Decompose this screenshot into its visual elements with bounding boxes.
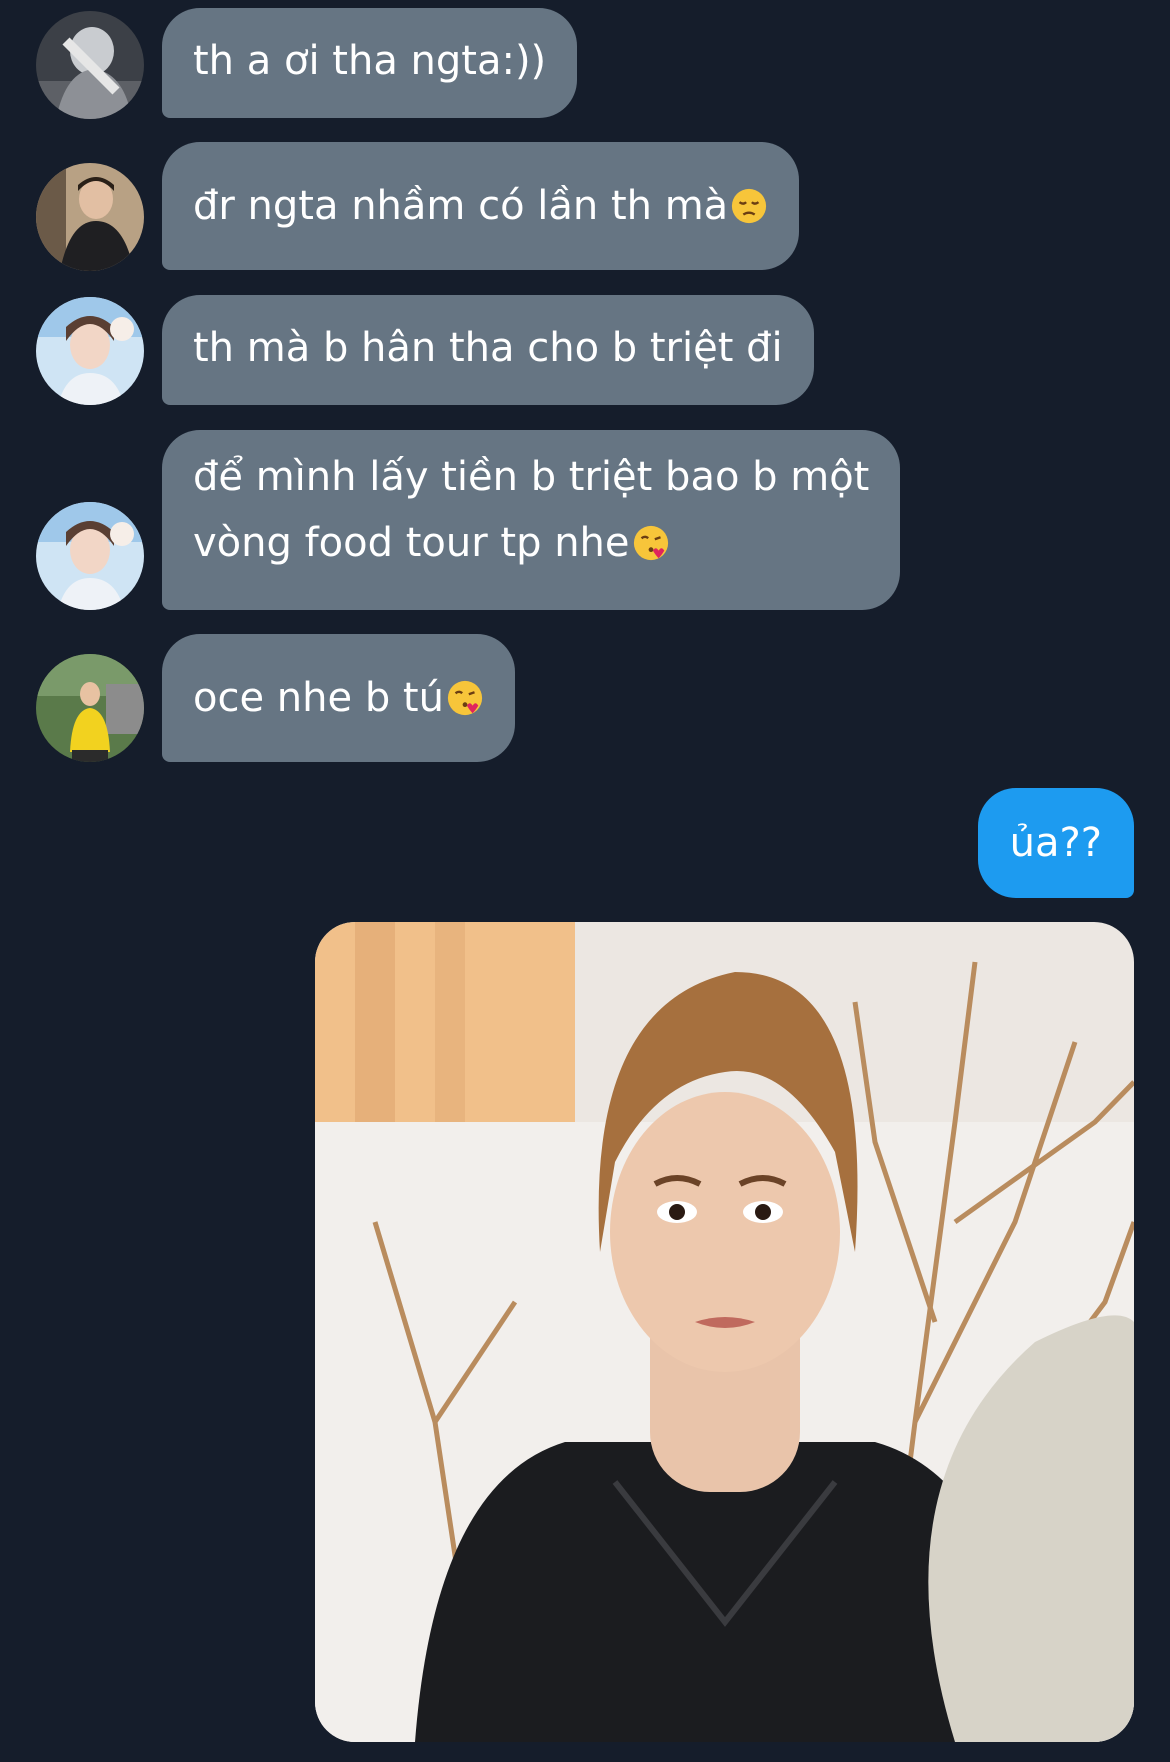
sender-avatar-2[interactable]	[36, 163, 144, 271]
avatar-image-icon	[36, 502, 144, 610]
message-text-line-1: để mình lấy tiền b triệt bao b một	[193, 454, 870, 500]
pensive-face-icon	[730, 187, 768, 225]
received-message-bubble[interactable]: oce nhe b tú	[162, 634, 515, 762]
sender-avatar-5[interactable]	[36, 654, 144, 762]
message-text: ủa??	[1009, 820, 1102, 866]
message-row-3: th mà b hân tha cho b triệt đi	[0, 295, 1170, 405]
sender-avatar-3[interactable]	[36, 297, 144, 405]
received-message-bubble[interactable]: đr ngta nhầm có lần th mà	[162, 142, 800, 270]
sender-avatar-4[interactable]	[36, 502, 144, 610]
received-message-bubble[interactable]: th a ơi tha ngta:))	[162, 8, 578, 118]
message-row-1: th a ơi tha ngta:))	[0, 8, 1170, 119]
sent-message-bubble[interactable]: ủa??	[977, 788, 1134, 898]
reaction-photo-icon	[315, 922, 1134, 1742]
message-text-line-2: vòng food tour tp nhe	[193, 510, 869, 576]
message-text: th a ơi tha ngta:))	[193, 38, 547, 84]
received-message-bubble[interactable]: th mà b hân tha cho b triệt đi	[162, 295, 814, 405]
message-row-4: để mình lấy tiền b triệt bao b một vòng …	[0, 430, 1170, 610]
message-row-5: oce nhe b tú	[0, 634, 1170, 762]
avatar-image-icon	[36, 11, 144, 119]
received-message-bubble[interactable]: để mình lấy tiền b triệt bao b một vòng …	[162, 430, 901, 610]
message-text-line-2-text: vòng food tour tp nhe	[193, 520, 630, 566]
sender-avatar-1[interactable]	[36, 11, 144, 119]
message-text: oce nhe b tú	[193, 675, 444, 721]
avatar-image-icon	[36, 297, 144, 405]
sent-image-message[interactable]	[315, 922, 1134, 1742]
face-blowing-kiss-icon	[632, 524, 670, 562]
face-blowing-kiss-icon	[446, 679, 484, 717]
message-row-2: đr ngta nhầm có lần th mà	[0, 142, 1170, 271]
avatar-image-icon	[36, 163, 144, 271]
message-text: đr ngta nhầm có lần th mà	[193, 183, 729, 229]
avatar-image-icon	[36, 654, 144, 762]
message-text: th mà b hân tha cho b triệt đi	[193, 325, 783, 371]
